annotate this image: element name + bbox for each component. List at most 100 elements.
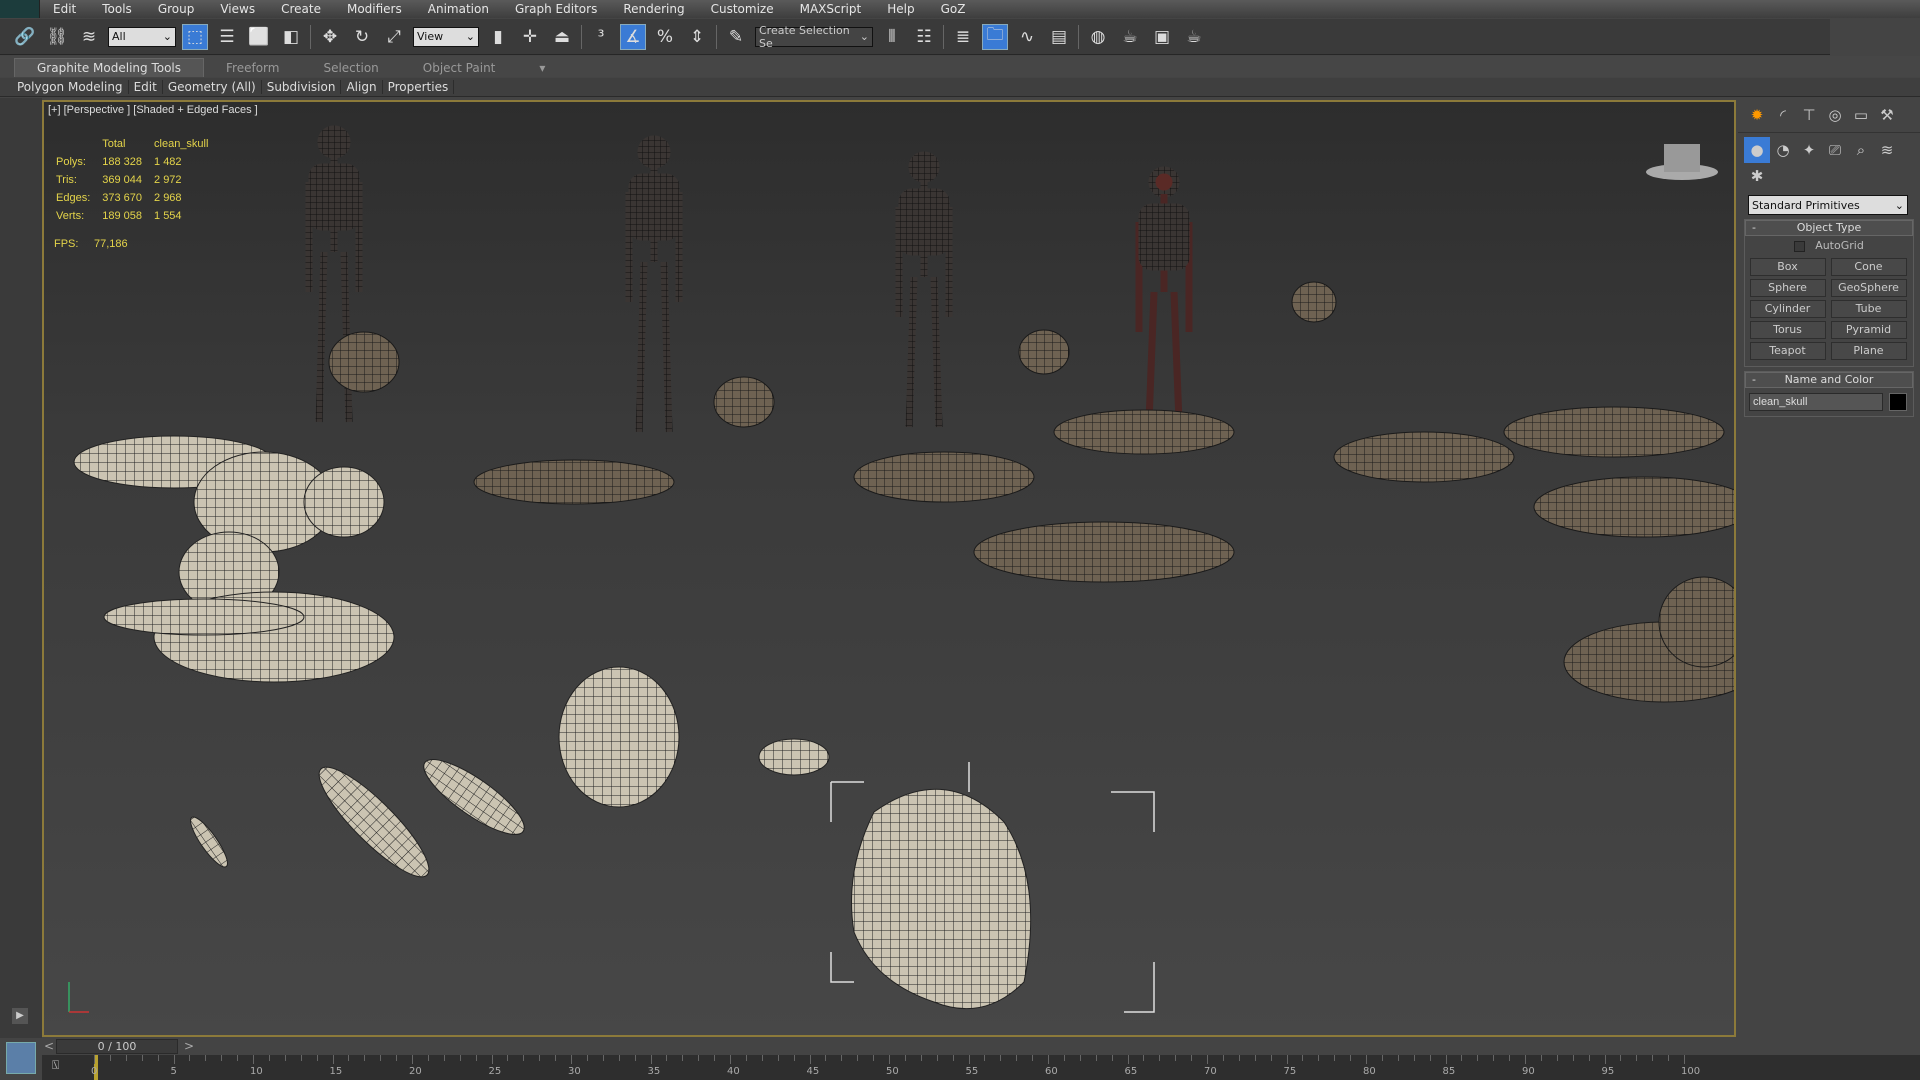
name-color-header[interactable]: - Name and Color bbox=[1745, 372, 1913, 388]
ribbon-panel-2[interactable]: Geometry (All) bbox=[163, 80, 262, 94]
edit-named-selection-icon[interactable]: ✎ bbox=[723, 24, 749, 50]
layer-manager-icon[interactable]: ≣ bbox=[950, 24, 976, 50]
ribbon-panel-5[interactable]: Properties bbox=[383, 80, 455, 94]
render-icon[interactable]: ☕ bbox=[1181, 24, 1207, 50]
named-selection-dropdown[interactable]: Create Selection Se ⌄ bbox=[755, 24, 873, 50]
category-dropdown[interactable]: Standard Primitives ⌄ bbox=[1748, 195, 1908, 215]
menu-customize[interactable]: Customize bbox=[698, 2, 787, 16]
autogrid-checkbox[interactable]: AutoGrid bbox=[1745, 236, 1913, 255]
object-name-input[interactable] bbox=[1749, 393, 1883, 411]
ribbon-tab[interactable]: Graphite Modeling Tools bbox=[14, 58, 205, 77]
display-tab-icon[interactable]: ▭ bbox=[1848, 102, 1874, 128]
systems-icon[interactable]: ✱ bbox=[1744, 163, 1770, 189]
rotate-icon[interactable]: ↻ bbox=[349, 24, 375, 50]
menu-tools[interactable]: Tools bbox=[89, 2, 145, 16]
pyramid-button[interactable]: Pyramid bbox=[1830, 321, 1907, 339]
tick-mark bbox=[1668, 1055, 1670, 1061]
align-icon[interactable]: ☷ bbox=[911, 24, 937, 50]
shapes-icon[interactable]: ◔ bbox=[1770, 137, 1796, 163]
create-tab-icon[interactable]: ✹ bbox=[1744, 102, 1770, 128]
keyboard-shortcut-icon[interactable]: ⏏ bbox=[549, 24, 575, 50]
prev-frame-button[interactable]: < bbox=[44, 1039, 54, 1053]
cone-button[interactable]: Cone bbox=[1830, 258, 1907, 276]
lights-icon[interactable]: ✦ bbox=[1796, 137, 1822, 163]
ribbon-panel-0[interactable]: Polygon Modeling bbox=[12, 80, 129, 94]
menu-graph-editors[interactable]: Graph Editors bbox=[502, 2, 610, 16]
menu-views[interactable]: Views bbox=[207, 2, 268, 16]
render-setup-icon[interactable]: ☕ bbox=[1117, 24, 1143, 50]
tick-label: 45 bbox=[806, 1066, 820, 1077]
motion-tab-icon[interactable]: ◎ bbox=[1822, 102, 1848, 128]
time-slider-thumb[interactable]: 0 / 100 bbox=[56, 1039, 178, 1054]
app-logo[interactable] bbox=[0, 0, 40, 18]
ribbon-tab[interactable]: Freeform bbox=[204, 59, 301, 77]
menu-goz[interactable]: GoZ bbox=[928, 2, 979, 16]
menu-create[interactable]: Create bbox=[268, 2, 334, 16]
rendered-frame-icon[interactable]: ▣ bbox=[1149, 24, 1175, 50]
cylinder-button[interactable]: Cylinder bbox=[1749, 300, 1826, 318]
selection-filter-dropdown[interactable]: All ⌄ bbox=[108, 26, 176, 47]
box-button[interactable]: Box bbox=[1749, 258, 1826, 276]
space-warps-icon[interactable]: ≋ bbox=[1874, 137, 1900, 163]
select-manipulate-icon[interactable]: ✛ bbox=[517, 24, 543, 50]
menu-edit[interactable]: Edit bbox=[40, 2, 89, 16]
torus-button[interactable]: Torus bbox=[1749, 321, 1826, 339]
tick-mark bbox=[1620, 1055, 1622, 1061]
spinner-snap-icon[interactable]: ⇕ bbox=[684, 24, 710, 50]
ribbon-panel-1[interactable]: Edit bbox=[129, 80, 163, 94]
menu-rendering[interactable]: Rendering bbox=[610, 2, 697, 16]
tick-mark bbox=[284, 1055, 286, 1061]
helpers-icon[interactable]: ⌕ bbox=[1848, 137, 1874, 163]
rect-selection-icon[interactable]: ⬜ bbox=[246, 24, 272, 50]
teapot-button[interactable]: Teapot bbox=[1749, 342, 1826, 360]
bind-space-warp-icon[interactable]: ≋ bbox=[76, 24, 102, 50]
menu-help[interactable]: Help bbox=[874, 2, 927, 16]
hierarchy-tab-icon[interactable]: ⊤ bbox=[1796, 102, 1822, 128]
mirror-icon[interactable]: ⫴ bbox=[879, 24, 905, 50]
expand-arrow-icon[interactable]: ▶ bbox=[12, 1008, 28, 1024]
sphere-button[interactable]: Sphere bbox=[1749, 279, 1826, 297]
menu-modifiers[interactable]: Modifiers bbox=[334, 2, 415, 16]
ribbon-tab[interactable]: Object Paint bbox=[401, 59, 518, 77]
ribbon-panel-3[interactable]: Subdivision bbox=[262, 80, 342, 94]
link-icon[interactable]: 🔗 bbox=[12, 24, 38, 50]
ribbon-panel-4[interactable]: Align bbox=[341, 80, 383, 94]
ref-coord-dropdown[interactable]: View ⌄ bbox=[413, 26, 479, 47]
curve-editor-icon[interactable]: ∿ bbox=[1014, 24, 1040, 50]
scale-icon[interactable]: ⤢ bbox=[381, 24, 407, 50]
tick-label: 55 bbox=[965, 1066, 979, 1077]
ribbon-options-icon[interactable]: ▾ bbox=[517, 59, 567, 77]
geometry-icon[interactable]: ● bbox=[1744, 137, 1770, 163]
object-type-header[interactable]: - Object Type bbox=[1745, 220, 1913, 236]
object-color-swatch[interactable] bbox=[1889, 393, 1907, 411]
geosphere-button[interactable]: GeoSphere bbox=[1830, 279, 1907, 297]
next-frame-button[interactable]: > bbox=[184, 1039, 194, 1053]
curve-editor-toggle-icon[interactable]: ⍂ bbox=[52, 1058, 59, 1073]
angle-snap-icon[interactable]: ∡ bbox=[620, 23, 646, 50]
material-editor-icon[interactable]: ◍ bbox=[1085, 24, 1111, 50]
menu-animation[interactable]: Animation bbox=[415, 2, 502, 16]
menu-maxscript[interactable]: MAXScript bbox=[787, 2, 875, 16]
scene-explorer-icon[interactable]: 🗀 bbox=[982, 23, 1008, 50]
unlink-icon[interactable]: ⛓ bbox=[44, 24, 70, 50]
menu-group[interactable]: Group bbox=[145, 2, 208, 16]
tube-button[interactable]: Tube bbox=[1830, 300, 1907, 318]
ribbon-tab[interactable]: Selection bbox=[301, 59, 400, 77]
percent-snap-icon[interactable]: % bbox=[652, 24, 678, 50]
snap-toggle-icon[interactable]: ³ bbox=[588, 24, 614, 50]
plane-button[interactable]: Plane bbox=[1830, 342, 1907, 360]
pivot-center-icon[interactable]: ▮ bbox=[485, 24, 511, 50]
tick-mark bbox=[348, 1055, 350, 1061]
cameras-icon[interactable]: ⎚ bbox=[1822, 137, 1848, 163]
select-object-icon[interactable]: ⬚ bbox=[182, 23, 208, 50]
timeline-track[interactable]: ⍂ 0 5 10 15 20 25 30 35 40 45 50 55 60 65 70 75 80 85 90 95… bbox=[42, 1055, 1920, 1080]
minilistener-button[interactable] bbox=[6, 1042, 36, 1074]
move-icon[interactable]: ✥ bbox=[317, 24, 343, 50]
checkbox-box[interactable] bbox=[1794, 240, 1806, 252]
schematic-view-icon[interactable]: ▤ bbox=[1046, 24, 1072, 50]
utilities-tab-icon[interactable]: ⚒ bbox=[1874, 102, 1900, 128]
select-by-name-icon[interactable]: ☰ bbox=[214, 24, 240, 50]
window-crossing-icon[interactable]: ◧ bbox=[278, 24, 304, 50]
perspective-viewport[interactable]: [+] [Perspective ] [Shaded + Edged Faces… bbox=[42, 100, 1736, 1037]
modify-tab-icon[interactable]: ◜ bbox=[1770, 102, 1796, 128]
